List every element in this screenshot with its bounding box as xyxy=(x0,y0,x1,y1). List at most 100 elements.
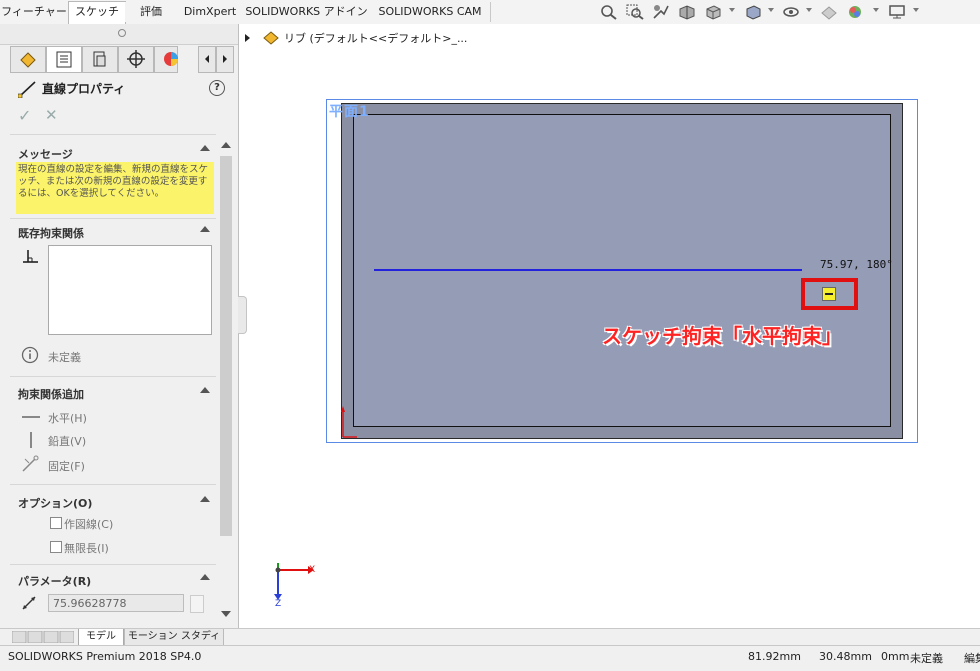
cursor-x: 81.92mm xyxy=(748,650,801,663)
collapse-chevron-icon[interactable] xyxy=(200,145,210,151)
chevron-down-icon[interactable] xyxy=(806,8,812,12)
chevron-down-icon[interactable] xyxy=(913,8,919,12)
part-icon xyxy=(263,31,279,45)
sketch-origin-icon xyxy=(341,406,357,438)
scrollbar-thumb[interactable] xyxy=(220,156,232,536)
tab-property-manager[interactable] xyxy=(46,46,82,73)
length-spinner[interactable] xyxy=(190,595,204,613)
arrow-left-icon xyxy=(205,55,209,63)
divider xyxy=(10,134,216,135)
edit-status: 編集 xyxy=(964,652,980,665)
line-length-angle-readout: 75.97, 180° xyxy=(820,258,893,271)
manager-tabs xyxy=(10,46,238,74)
divider xyxy=(10,376,216,377)
tab-scroll-left[interactable] xyxy=(198,46,216,73)
sketch-state: 未定義 xyxy=(910,652,943,665)
tree-expand-icon[interactable] xyxy=(244,33,252,43)
view-orientation-icon[interactable] xyxy=(704,4,722,20)
tab-features[interactable]: フィーチャー xyxy=(0,2,69,22)
edit-appearance-icon[interactable] xyxy=(820,4,838,20)
message-text: 現在の直線の設定を編集、新規の直線をスケッチ、または次の新規の直線の設定を変更す… xyxy=(16,162,214,214)
tab-cam[interactable]: SOLIDWORKS CAM xyxy=(370,2,491,22)
product-version: SOLIDWORKS Premium 2018 SP4.0 xyxy=(8,650,202,663)
cancel-button[interactable]: ✕ xyxy=(45,106,58,124)
crosshair-icon xyxy=(127,50,145,68)
definition-status: 未定義 xyxy=(48,351,81,364)
tab-dimxpert-manager[interactable] xyxy=(118,46,154,73)
tab-model[interactable]: モデル xyxy=(78,629,124,646)
horizontal-relation-icon xyxy=(22,416,40,418)
collapse-chevron-icon[interactable] xyxy=(200,226,210,232)
property-sheet-icon xyxy=(56,51,72,68)
collapse-chevron-icon[interactable] xyxy=(200,574,210,580)
zoom-to-area-icon[interactable] xyxy=(626,4,644,20)
tab-arrows-icon xyxy=(11,630,75,644)
existing-relations-header: 既存拘束関係 xyxy=(18,227,84,240)
tab-display-manager[interactable] xyxy=(154,46,178,73)
infinite-length-checkbox[interactable] xyxy=(50,541,62,553)
grip-dot-icon xyxy=(118,29,126,37)
scroll-down-icon[interactable] xyxy=(221,611,231,617)
tab-sketch[interactable]: スケッチ xyxy=(68,1,126,25)
cursor-y: 30.48mm xyxy=(819,650,872,663)
chevron-down-icon[interactable] xyxy=(768,8,774,12)
sketch-line[interactable] xyxy=(374,269,802,271)
vertical-relation-icon xyxy=(30,432,32,448)
collapse-chevron-icon[interactable] xyxy=(200,496,210,502)
display-manager-icon xyxy=(164,52,178,66)
status-bar: SOLIDWORKS Premium 2018 SP4.0 81.92mm 30… xyxy=(0,645,980,671)
tab-addins[interactable]: SOLIDWORKS アドイン xyxy=(243,2,371,22)
relations-icon xyxy=(23,250,38,263)
hide-show-items-icon[interactable] xyxy=(782,4,800,20)
construction-label: 作図線(C) xyxy=(64,518,114,531)
property-manager-title: 直線プロパティ xyxy=(42,82,126,96)
length-input[interactable]: 75.96628778 xyxy=(48,594,184,612)
construction-checkbox[interactable] xyxy=(50,517,62,529)
ok-button[interactable]: ✓ xyxy=(18,106,31,125)
panel-collapse-handle[interactable] xyxy=(238,296,247,334)
scroll-up-icon[interactable] xyxy=(221,142,231,148)
chevron-down-icon[interactable] xyxy=(873,8,879,12)
command-manager-tabs: フィーチャー スケッチ 評価 DimXpert SOLIDWORKS アドイン … xyxy=(0,0,980,25)
fix-relation-icon xyxy=(22,455,39,472)
add-relations-header: 拘束関係追加 xyxy=(18,388,84,401)
previous-view-icon[interactable] xyxy=(652,4,670,20)
zoom-to-fit-icon[interactable] xyxy=(600,4,618,20)
cursor-z: 0mm xyxy=(881,650,910,663)
existing-relations-list[interactable] xyxy=(48,245,212,335)
infinite-length-label: 無限長(I) xyxy=(64,542,109,555)
tab-navigation-arrows[interactable] xyxy=(11,630,75,644)
relation-horizontal[interactable]: 水平(H) xyxy=(48,410,87,426)
tab-motion-study[interactable]: モーション スタディ 1 xyxy=(124,629,224,657)
model-tabs-bar: モデル モーション スタディ 1 xyxy=(0,628,980,657)
info-icon xyxy=(21,346,39,364)
axis-x-label: X xyxy=(309,565,316,575)
message-header: メッセージ xyxy=(18,148,73,161)
section-view-icon[interactable] xyxy=(678,4,696,20)
tab-evaluate[interactable]: 評価 xyxy=(125,2,178,22)
view-settings-icon[interactable] xyxy=(888,4,906,20)
options-header: オプション(O) xyxy=(18,497,93,510)
divider xyxy=(10,564,216,565)
relation-fix[interactable]: 固定(F) xyxy=(48,458,85,474)
relation-vertical[interactable]: 鉛直(V) xyxy=(48,433,86,449)
tab-feature-manager[interactable] xyxy=(10,46,46,73)
divider xyxy=(10,218,216,219)
flyout-tree-item[interactable]: リブ (デフォルト<<デフォルト>_... xyxy=(284,30,467,46)
display-style-icon[interactable] xyxy=(744,4,762,20)
apply-scene-icon[interactable] xyxy=(846,4,864,20)
line-tool-icon xyxy=(18,81,36,98)
horizontal-constraint-icon[interactable] xyxy=(822,287,836,301)
panel-grip[interactable] xyxy=(0,24,238,45)
tab-scroll-right[interactable] xyxy=(216,46,234,73)
axis-z-label: Z xyxy=(275,599,282,609)
tab-dimxpert[interactable]: DimXpert xyxy=(177,2,244,22)
annotation-callout: スケッチ拘束「水平拘束」 xyxy=(602,324,842,348)
divider xyxy=(10,484,216,485)
tab-configuration-manager[interactable] xyxy=(82,46,118,73)
chevron-down-icon[interactable] xyxy=(729,8,735,12)
feature-tree-icon xyxy=(20,52,36,68)
collapse-chevron-icon[interactable] xyxy=(200,387,210,393)
plane-label: 平面1 xyxy=(329,104,370,120)
help-icon[interactable]: ? xyxy=(209,80,225,96)
